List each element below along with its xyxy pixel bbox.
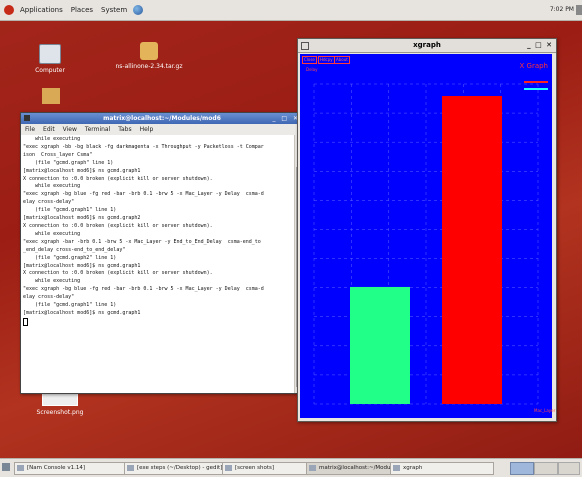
speaker-icon[interactable] <box>576 5 582 15</box>
terminal-line: (file "gcmd.graph1" line 1) <box>23 302 117 309</box>
menu-system[interactable]: System <box>97 6 131 14</box>
terminal-line: [matrix@localhost mod6]$ ns gcmd.graph2 <box>23 215 141 222</box>
terminal-titlebar[interactable]: matrix@localhost:~/Modules/mod6 _ □ ✕ <box>21 113 303 124</box>
terminal-line: while executing <box>23 278 81 285</box>
desktop-icon-tarball[interactable]: ns-allinone-2.34.tar.gz <box>114 42 184 70</box>
bar-series-2 <box>350 286 410 404</box>
terminal-line: _end_delay cross-end_to_end_delay" <box>23 246 126 253</box>
terminal-prompt[interactable] <box>23 317 293 327</box>
xgraph-plot-area: Close Hdcpy About Delay X Graph Mac_Laye… <box>300 54 555 418</box>
menu-tabs[interactable]: Tabs <box>114 126 135 133</box>
terminal-line: (file "gcmd.graph1" line 1) <box>23 207 117 214</box>
task-terminal[interactable]: matrix@localhost:~/Modules... <box>306 462 400 475</box>
desktop-icon-label: ns-allinone-2.34.tar.gz <box>115 63 183 70</box>
terminal-line: X connection to :0.0 broken (explicit ki… <box>23 175 213 182</box>
workspace-1[interactable] <box>510 462 534 475</box>
menu-applications[interactable]: Applications <box>16 6 67 14</box>
menu-terminal[interactable]: Terminal <box>81 126 114 133</box>
task-gedit[interactable]: [exe steps (~/Desktop) - gedit] <box>124 462 234 475</box>
desktop-icon-label: Computer <box>35 67 65 74</box>
task-screen-shots[interactable]: [screen shots] <box>222 462 316 475</box>
terminal-line: ison Cross_layer Csma" <box>23 151 93 158</box>
terminal-line: [matrix@localhost mod6]$ ns gcmd.graph1 <box>23 309 141 316</box>
xgraph-window-title: xgraph <box>413 41 441 49</box>
computer-icon <box>39 44 61 64</box>
desktop-icon-label: Screenshot.png <box>36 409 84 416</box>
terminal-line: "exec xgraph -bb -bg black -fg darkmagen… <box>23 143 264 150</box>
workspace-3[interactable] <box>558 462 580 475</box>
terminal-line: X connection to :0.0 broken (explicit ki… <box>23 270 213 277</box>
terminal-line: X connection to :0.0 broken (explicit ki… <box>23 222 213 229</box>
terminal-line: "exec xgraph -bg blue -fg red -bar -brb … <box>23 191 264 198</box>
bottom-panel: [Nam Console v1.14] [exe steps (~/Deskto… <box>0 458 582 477</box>
show-desktop-icon[interactable] <box>2 463 10 471</box>
xgraph-titlebar[interactable]: xgraph _ □ ✕ <box>298 39 556 53</box>
package-icon <box>140 42 158 60</box>
menu-help[interactable]: Help <box>136 126 158 133</box>
text-cursor <box>23 317 28 326</box>
window-controls[interactable]: _ □ ✕ <box>527 39 553 52</box>
top-panel: Applications Places System 7:02 PM <box>0 0 582 21</box>
menu-view[interactable]: View <box>59 126 81 133</box>
xgraph-window: xgraph _ □ ✕ Close Hdcpy About Delay X G… <box>297 38 557 422</box>
terminal-output[interactable]: while executing "exec xgraph -bb -bg bla… <box>21 135 295 393</box>
terminal-line: elay cross-delay" <box>23 199 75 206</box>
bar-series-1 <box>442 96 502 404</box>
terminal-line: (file "gcmd.graph2" line 1) <box>23 254 117 261</box>
task-xgraph[interactable]: xgraph <box>390 462 494 475</box>
menu-places[interactable]: Places <box>67 6 97 14</box>
terminal-icon <box>24 115 30 121</box>
terminal-line: "exec xgraph -bar -brb 0.1 -brw 5 -x Mac… <box>23 238 261 245</box>
desktop-icon-home[interactable] <box>38 88 64 107</box>
terminal-line: while executing <box>23 183 81 190</box>
terminal-window: matrix@localhost:~/Modules/mod6 _ □ ✕ Fi… <box>20 112 304 394</box>
terminal-line: while executing <box>23 136 81 142</box>
terminal-line: while executing <box>23 230 81 237</box>
terminal-line: (file "gcmd.graph" line 1) <box>23 159 114 166</box>
web-browser-icon[interactable] <box>133 5 144 15</box>
clock[interactable]: 7:02 PM <box>550 6 574 13</box>
terminal-line: elay cross-delay" <box>23 294 75 301</box>
window-controls[interactable]: _ □ ✕ <box>272 113 300 124</box>
desktop-icon-computer[interactable]: Computer <box>30 44 70 74</box>
terminal-line: "exec xgraph -bg blue -fg red -bar -brb … <box>23 286 264 293</box>
bar-chart <box>313 83 539 405</box>
terminal-title: matrix@localhost:~/Modules/mod6 <box>103 115 221 122</box>
folder-icon <box>42 88 60 104</box>
terminal-line: [matrix@localhost mod6]$ ns gcmd.graph1 <box>23 167 141 174</box>
fedora-logo-icon[interactable] <box>4 5 14 15</box>
menu-file[interactable]: File <box>21 126 39 133</box>
terminal-line: [matrix@localhost mod6]$ ns gcmd.graph1 <box>23 262 141 269</box>
menu-edit[interactable]: Edit <box>39 126 59 133</box>
window-menu-icon[interactable] <box>301 42 309 50</box>
workspace-2[interactable] <box>534 462 558 475</box>
task-nam-console[interactable]: [Nam Console v1.14] <box>14 462 128 475</box>
